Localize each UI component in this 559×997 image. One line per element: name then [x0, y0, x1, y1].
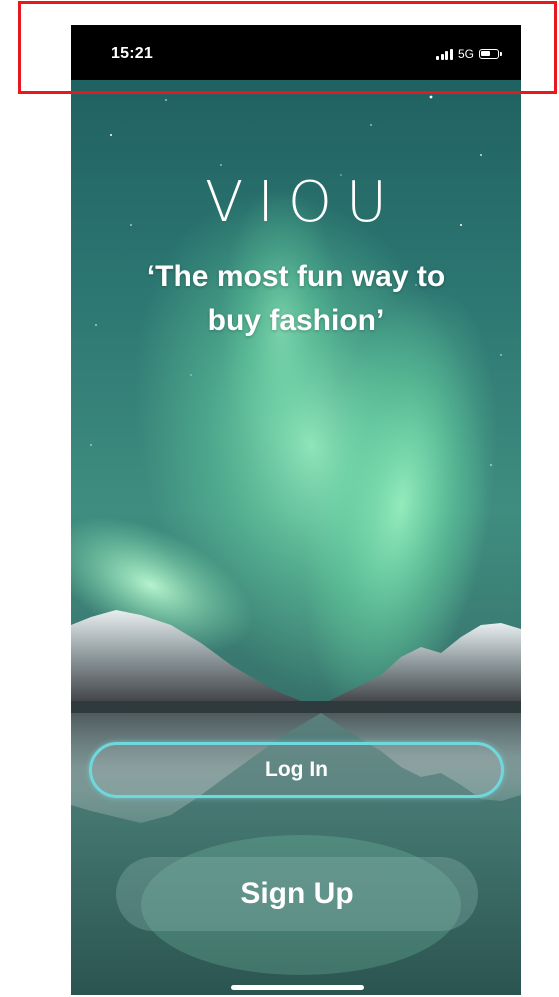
- sign-up-button[interactable]: Sign Up: [116, 857, 478, 931]
- home-indicator[interactable]: [231, 985, 364, 990]
- signal-bars-icon: [436, 48, 453, 60]
- battery-icon: [479, 49, 502, 59]
- tagline-line-2: buy fashion’: [207, 304, 385, 337]
- status-time: 15:21: [111, 45, 153, 62]
- app-logo: VIOU: [205, 170, 401, 235]
- status-indicators: 5G: [436, 47, 502, 61]
- phone-screen: 15:21 5G VIOU ‘The most fun way to buy f…: [71, 25, 521, 995]
- screenshot-canvas: 15:21 5G VIOU ‘The most fun way to buy f…: [0, 0, 559, 997]
- tagline: ‘The most fun way to buy fashion’: [101, 255, 491, 343]
- status-bar: 15:21 5G: [71, 25, 521, 80]
- log-in-button[interactable]: Log In: [89, 742, 504, 798]
- tagline-line-1: ‘The most fun way to: [146, 260, 446, 293]
- network-type: 5G: [457, 47, 474, 61]
